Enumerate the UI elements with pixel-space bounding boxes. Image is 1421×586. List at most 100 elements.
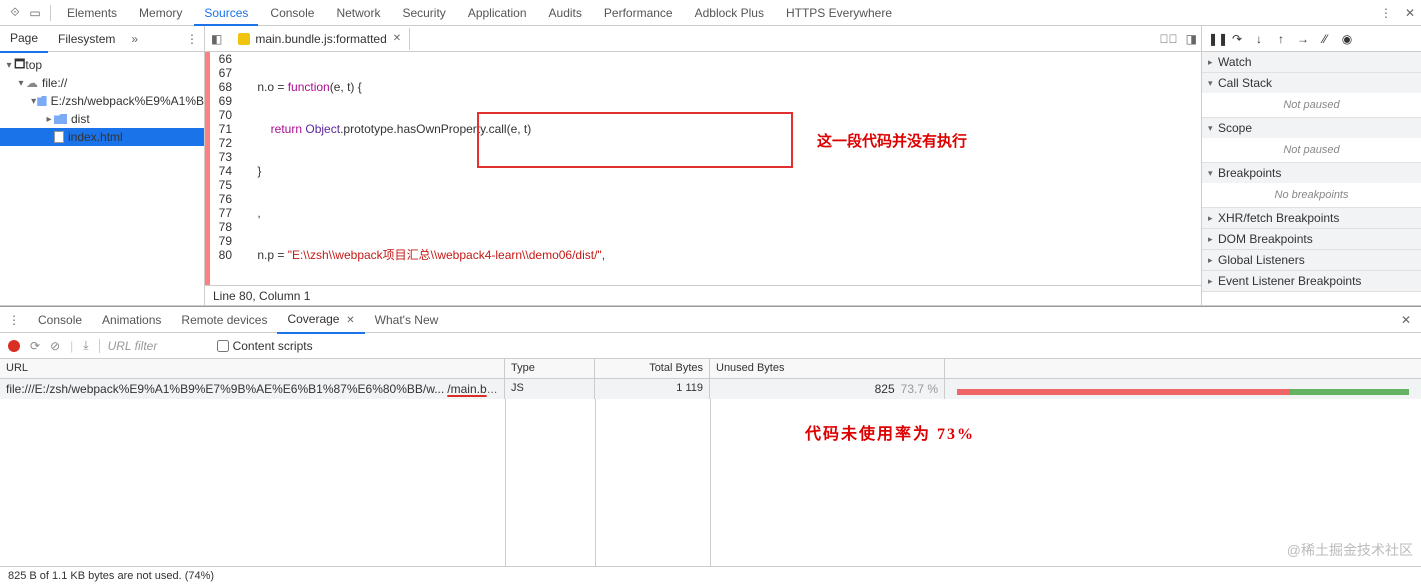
tab-network[interactable]: Network bbox=[326, 0, 390, 26]
drawer: ⋮ Console Animations Remote devices Cove… bbox=[0, 306, 1421, 566]
editor-status: Line 80, Column 1 bbox=[205, 285, 1201, 305]
tree-file-origin[interactable]: ▾☁file:// bbox=[0, 74, 204, 92]
devtools-top-tabs: ⟐ ▭ Elements Memory Sources Console Netw… bbox=[0, 0, 1421, 26]
file-tab-main-bundle[interactable]: main.bundle.js:formatted ✕ bbox=[230, 28, 410, 50]
drawer-more-icon[interactable]: ⋮ bbox=[0, 313, 28, 327]
tab-https-everywhere[interactable]: HTTPS Everywhere bbox=[776, 0, 902, 26]
col-type[interactable]: Type bbox=[505, 359, 595, 378]
callstack-body: Not paused bbox=[1202, 93, 1421, 117]
more-tabs-icon[interactable]: » bbox=[125, 28, 144, 50]
tab-sources[interactable]: Sources bbox=[194, 0, 258, 26]
cloud-icon: ☁ bbox=[26, 76, 38, 90]
section-global-listeners[interactable]: ▸Global Listeners bbox=[1202, 250, 1421, 270]
drawer-close-icon[interactable]: ✕ bbox=[1391, 313, 1421, 327]
tree-top[interactable]: ▾🗖 top bbox=[0, 56, 204, 74]
close-tab-icon[interactable]: ✕ bbox=[393, 33, 401, 44]
debug-toolbar: ❚❚ ↷ ↓ ↑ → ⁄⁄ ◉ bbox=[1202, 26, 1421, 52]
tree-dist-label: dist bbox=[71, 112, 90, 126]
step-out-icon[interactable]: ↑ bbox=[1274, 32, 1288, 46]
url-filter-input[interactable]: URL filter bbox=[99, 339, 199, 353]
tab-security[interactable]: Security bbox=[392, 0, 455, 26]
close-icon[interactable]: ✕ bbox=[1401, 4, 1419, 22]
deactivate-bp-icon[interactable]: ⁄⁄ bbox=[1318, 32, 1332, 46]
tree-file-index[interactable]: index.html bbox=[0, 128, 204, 146]
tree-folder-webpack[interactable]: ▾E:/zsh/webpack%E9%A1%B bbox=[0, 92, 204, 110]
tab-audits[interactable]: Audits bbox=[539, 0, 592, 26]
annotation-text-2: 代码未使用率为 73% bbox=[805, 420, 975, 444]
drawer-tab-console[interactable]: Console bbox=[28, 307, 92, 333]
drawer-tab-whatsnew[interactable]: What's New bbox=[365, 307, 449, 333]
main-row: Page Filesystem » ⋮ ▾🗖 top ▾☁file:// ▾E:… bbox=[0, 26, 1421, 306]
tree-top-label: top bbox=[25, 58, 42, 72]
pause-icon[interactable]: ❚❚ bbox=[1208, 32, 1222, 46]
annotation-text-1: 这一段代码并没有执行 bbox=[817, 130, 967, 151]
drawer-tab-animations[interactable]: Animations bbox=[92, 307, 171, 333]
tab-memory[interactable]: Memory bbox=[129, 0, 192, 26]
step-icon[interactable]: → bbox=[1296, 32, 1310, 46]
breakpoints-body: No breakpoints bbox=[1202, 183, 1421, 207]
row-total: 1 119 bbox=[595, 379, 710, 399]
file-tree: ▾🗖 top ▾☁file:// ▾E:/zsh/webpack%E9%A1%B… bbox=[0, 52, 204, 150]
tab-performance[interactable]: Performance bbox=[594, 0, 683, 26]
drawer-tab-remote[interactable]: Remote devices bbox=[171, 307, 277, 333]
row-unused: 82573.7 % bbox=[710, 379, 945, 399]
sidebar-toggle-icon[interactable]: ◨ bbox=[1186, 32, 1197, 46]
tab-console[interactable]: Console bbox=[260, 0, 324, 26]
tab-application[interactable]: Application bbox=[458, 0, 537, 26]
row-url: file:///E:/zsh/webpack%E9%A1%B9%E7%9B%AE… bbox=[0, 379, 505, 399]
col-url[interactable]: URL bbox=[0, 359, 505, 378]
tab-filesystem[interactable]: Filesystem bbox=[48, 26, 125, 52]
watermark: @稀土掘金技术社区 bbox=[1287, 540, 1413, 560]
run-icon[interactable]: ▶⃞ bbox=[1160, 32, 1178, 46]
step-into-icon[interactable]: ↓ bbox=[1252, 32, 1266, 46]
tree-folder-dist[interactable]: ▸dist bbox=[0, 110, 204, 128]
inspect-icon[interactable]: ⟐ bbox=[6, 4, 24, 22]
code-pane: ◧ main.bundle.js:formatted ✕ ▶⃞ ◨ 666768… bbox=[205, 26, 1201, 305]
folder-icon bbox=[54, 114, 67, 124]
step-over-icon[interactable]: ↷ bbox=[1230, 32, 1244, 46]
section-dom-bp[interactable]: ▸DOM Breakpoints bbox=[1202, 229, 1421, 249]
section-event-listener-bp[interactable]: ▸Event Listener Breakpoints bbox=[1202, 271, 1421, 291]
drawer-tab-coverage[interactable]: Coverage ✕ bbox=[277, 306, 364, 334]
coverage-header: URL Type Total Bytes Unused Bytes bbox=[0, 359, 1421, 379]
tree-folder1-label: E:/zsh/webpack%E9%A1%B bbox=[51, 94, 204, 108]
bottom-status: 825 B of 1.1 KB bytes are not used. (74%… bbox=[0, 566, 1421, 586]
line-gutter: 666768697071727374757677787980 bbox=[210, 52, 238, 285]
section-scope[interactable]: ▾Scope bbox=[1202, 118, 1421, 138]
section-xhr-bp[interactable]: ▸XHR/fetch Breakpoints bbox=[1202, 208, 1421, 228]
col-unused[interactable]: Unused Bytes bbox=[710, 359, 945, 378]
col-total[interactable]: Total Bytes bbox=[595, 359, 710, 378]
code-tabs: ◧ main.bundle.js:formatted ✕ ▶⃞ ◨ bbox=[205, 26, 1201, 52]
tree-index-label: index.html bbox=[68, 130, 123, 144]
coverage-toolbar: ⟳ ⊘ | ⤓ URL filter Content scripts bbox=[0, 333, 1421, 359]
tab-elements[interactable]: Elements bbox=[57, 0, 127, 26]
section-breakpoints[interactable]: ▾Breakpoints bbox=[1202, 163, 1421, 183]
separator bbox=[50, 5, 51, 21]
file-tab-label: main.bundle.js:formatted bbox=[255, 32, 386, 46]
section-watch[interactable]: ▸Watch bbox=[1202, 52, 1421, 72]
navigator-pane: Page Filesystem » ⋮ ▾🗖 top ▾☁file:// ▾E:… bbox=[0, 26, 205, 305]
reload-icon[interactable]: ⟳ bbox=[30, 339, 40, 353]
tab-adblock[interactable]: Adblock Plus bbox=[685, 0, 774, 26]
code-body[interactable]: 666768697071727374757677787980 n.o = fun… bbox=[205, 52, 1201, 285]
navigator-more-icon[interactable]: ⋮ bbox=[180, 28, 204, 50]
section-callstack[interactable]: ▾Call Stack bbox=[1202, 73, 1421, 93]
js-file-icon bbox=[238, 33, 250, 45]
drawer-tabs: ⋮ Console Animations Remote devices Cove… bbox=[0, 307, 1421, 333]
scope-body: Not paused bbox=[1202, 138, 1421, 162]
tree-file-label: file:// bbox=[42, 76, 67, 90]
more-icon[interactable]: ⋮ bbox=[1377, 4, 1395, 22]
source-text[interactable]: n.o = function(e, t) { return Object.pro… bbox=[238, 52, 1201, 285]
device-toggle-icon[interactable]: ▭ bbox=[26, 4, 44, 22]
content-scripts-checkbox[interactable]: Content scripts bbox=[217, 339, 313, 353]
record-icon[interactable] bbox=[8, 340, 20, 352]
debug-pane: ❚❚ ↷ ↓ ↑ → ⁄⁄ ◉ ▸Watch ▾Call StackNot pa… bbox=[1201, 26, 1421, 305]
tab-page[interactable]: Page bbox=[0, 25, 48, 53]
coverage-row[interactable]: file:///E:/zsh/webpack%E9%A1%B9%E7%9B%AE… bbox=[0, 379, 1421, 399]
watch-toggle-icon[interactable]: ◧ bbox=[211, 32, 222, 46]
close-coverage-icon[interactable]: ✕ bbox=[343, 315, 354, 326]
file-icon bbox=[54, 131, 64, 143]
export-icon[interactable]: ⤓ bbox=[83, 338, 88, 353]
pause-exceptions-icon[interactable]: ◉ bbox=[1340, 32, 1354, 46]
clear-icon[interactable]: ⊘ bbox=[50, 339, 60, 353]
